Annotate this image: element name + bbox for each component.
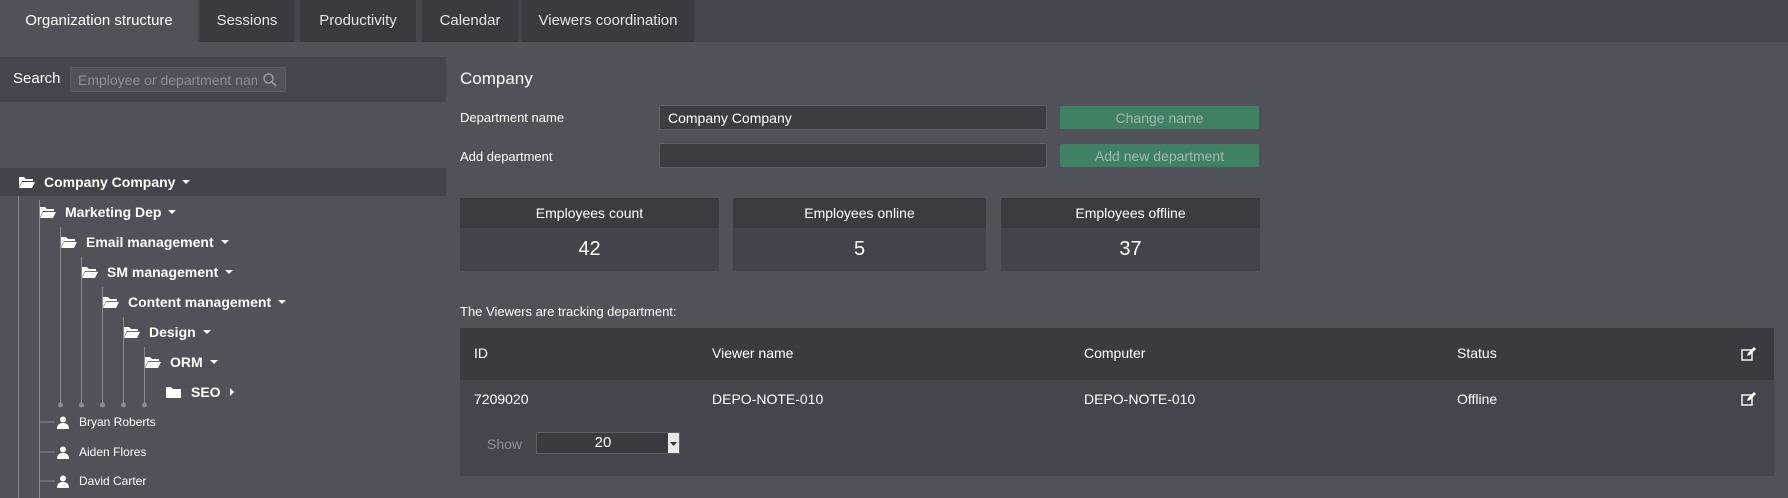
folder-open-icon xyxy=(40,207,56,218)
tree-node-design[interactable]: Design xyxy=(0,318,446,346)
stat-value: 42 xyxy=(578,238,601,260)
folder-open-icon xyxy=(19,177,35,188)
tab-viewers-coordination[interactable]: Viewers coordination xyxy=(522,0,694,42)
caret-down-icon[interactable] xyxy=(220,238,230,246)
department-details-panel: Company Department name Change name Add … xyxy=(446,42,1788,498)
tree-node-label: ORM xyxy=(170,354,203,370)
tree-node-orm[interactable]: ORM xyxy=(0,348,446,376)
tree-node-sm-management[interactable]: SM management xyxy=(0,258,446,286)
tree-node-label: Content management xyxy=(128,294,272,310)
tab-organization-structure[interactable]: Organization structure xyxy=(0,0,198,42)
tab-productivity[interactable]: Productivity xyxy=(300,0,416,42)
department-name-input[interactable] xyxy=(659,105,1047,130)
change-name-button[interactable]: Change name xyxy=(1060,106,1259,129)
org-tree-panel: Search Employee or department name Compa… xyxy=(0,57,446,498)
tree-node-label: Design xyxy=(149,324,196,340)
employees-online-card: Employees online 5 xyxy=(733,198,986,271)
folder-open-icon xyxy=(61,237,77,248)
folder-open-icon xyxy=(103,297,119,308)
stat-value: 5 xyxy=(853,238,866,260)
viewers-table: ID Viewer name Computer Status 7209020 D… xyxy=(460,328,1774,476)
cell-computer: DEPO-NOTE-010 xyxy=(1084,391,1196,407)
caret-down-icon[interactable] xyxy=(181,178,191,186)
cell-status: Offline xyxy=(1457,391,1498,407)
stat-label: Employees count xyxy=(460,198,719,228)
user-icon xyxy=(57,446,69,459)
tree-node-label: SEO xyxy=(191,384,221,400)
tree-node-label: SM management xyxy=(107,264,219,280)
page-size-value: 20 xyxy=(594,434,612,451)
folder-open-icon xyxy=(82,267,98,278)
column-header-viewer-name[interactable]: Viewer name xyxy=(712,345,793,361)
edit-icon[interactable] xyxy=(1741,347,1756,362)
stat-label: Employees online xyxy=(733,198,986,228)
tab-bar: Organization structure Sessions Producti… xyxy=(0,0,1788,42)
tree-node-content-management[interactable]: Content management xyxy=(0,288,446,316)
edit-icon[interactable] xyxy=(1741,392,1756,407)
column-header-computer[interactable]: Computer xyxy=(1084,345,1145,361)
add-new-department-button[interactable]: Add new department xyxy=(1060,144,1259,167)
caret-down-icon[interactable] xyxy=(209,358,219,366)
user-icon xyxy=(57,475,69,488)
tab-calendar[interactable]: Calendar xyxy=(422,0,518,42)
tree-node-company-company[interactable]: Company Company xyxy=(0,168,446,196)
cell-viewer-name: DEPO-NOTE-010 xyxy=(712,391,824,407)
caret-down-icon[interactable] xyxy=(224,268,234,276)
folder-closed-icon xyxy=(166,387,181,398)
employee-name: Bryan Roberts xyxy=(79,415,156,429)
column-header-id[interactable]: ID xyxy=(474,345,488,361)
tab-sessions[interactable]: Sessions xyxy=(200,0,294,42)
employee-aiden-flores[interactable]: Aiden Flores xyxy=(0,438,446,466)
employees-count-card: Employees count 42 xyxy=(460,198,719,271)
employees-offline-card: Employees offline 37 xyxy=(1001,198,1260,271)
employee-name: Aiden Flores xyxy=(79,445,147,459)
add-department-input[interactable] xyxy=(659,143,1047,168)
viewers-caption: The Viewers are tracking department: xyxy=(460,304,677,319)
folder-open-icon xyxy=(145,357,161,368)
folder-open-icon xyxy=(124,327,140,338)
employee-david-carter[interactable]: David Carter xyxy=(0,467,446,495)
employee-bryan-roberts[interactable]: Bryan Roberts xyxy=(0,408,446,436)
cell-id: 7209020 xyxy=(474,391,529,407)
caret-down-icon[interactable] xyxy=(202,328,212,336)
tree-node-label: Marketing Dep xyxy=(65,204,162,220)
page-title: Company xyxy=(460,69,533,88)
tree-node-label: Company Company xyxy=(44,174,176,190)
show-label: Show xyxy=(487,436,523,452)
page-size-select[interactable]: 20 xyxy=(536,432,680,454)
employee-name: David Carter xyxy=(79,474,147,488)
caret-down-icon[interactable] xyxy=(277,298,287,306)
column-header-status[interactable]: Status xyxy=(1457,345,1497,361)
add-department-label: Add department xyxy=(460,149,553,164)
tree-node-label: Email management xyxy=(86,234,214,250)
caret-down-icon[interactable] xyxy=(167,208,177,216)
tree-node-email-management[interactable]: Email management xyxy=(0,228,446,256)
user-icon xyxy=(57,416,69,429)
tree-node-marketing-dep[interactable]: Marketing Dep xyxy=(0,198,446,226)
org-tree: Company Company Marketing Dep Email mana… xyxy=(0,57,446,498)
chevron-down-icon[interactable] xyxy=(668,433,679,453)
stat-value: 37 xyxy=(1119,238,1142,260)
stat-label: Employees offline xyxy=(1001,198,1260,228)
department-name-label: Department name xyxy=(460,110,565,125)
caret-right-icon[interactable] xyxy=(227,388,237,396)
tree-node-seo[interactable]: SEO xyxy=(0,378,446,406)
